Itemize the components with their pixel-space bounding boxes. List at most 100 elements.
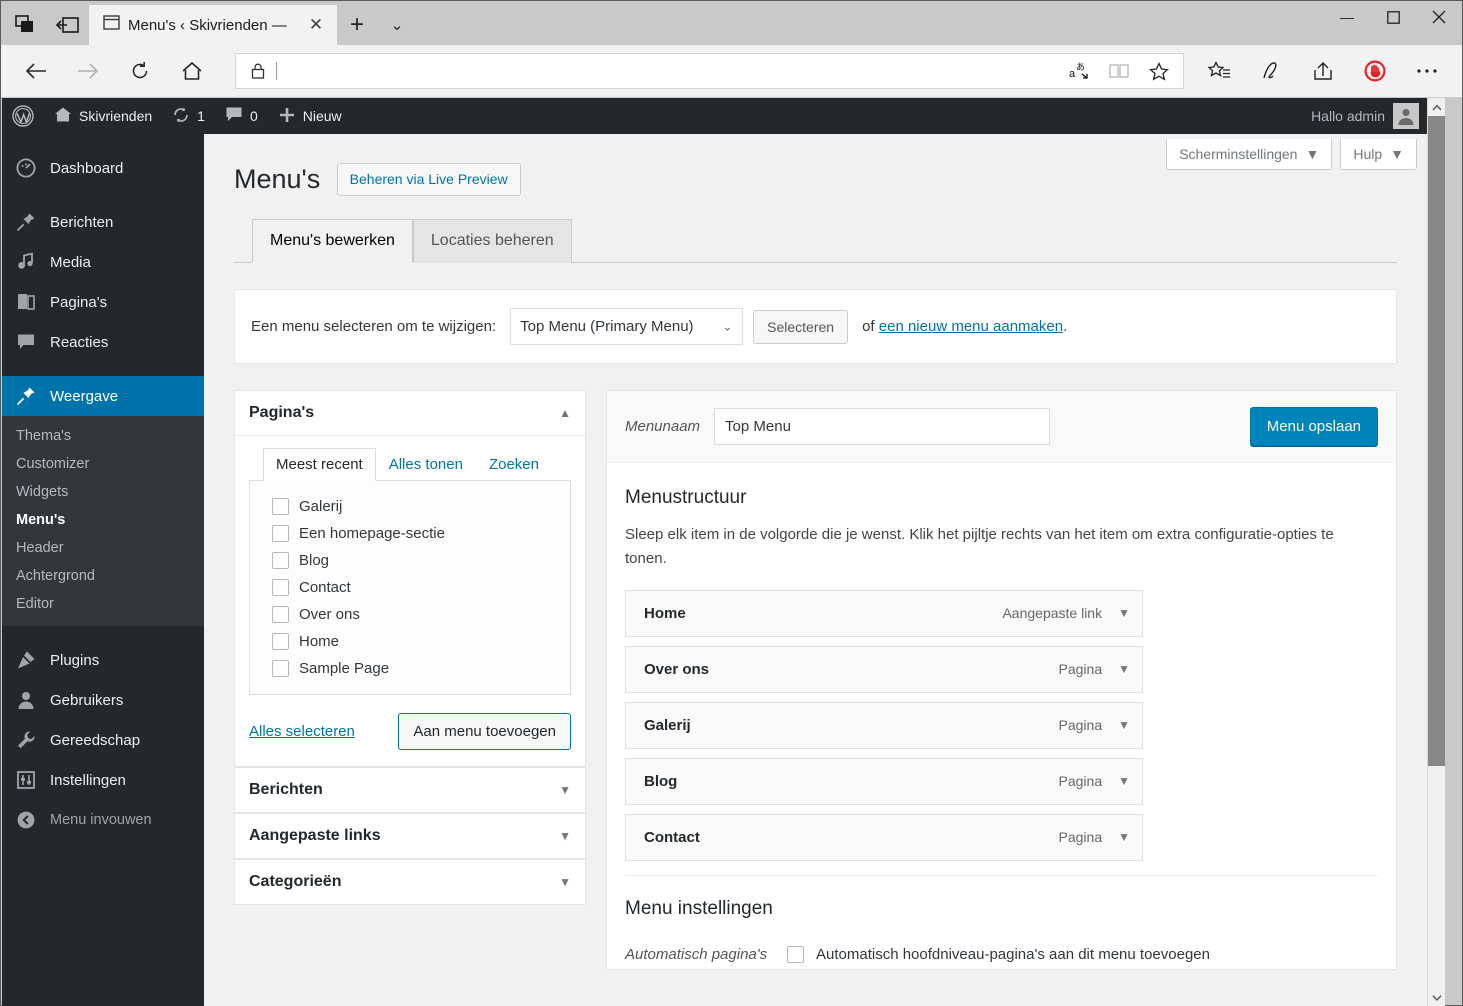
add-to-menu-button[interactable]: Aan menu toevoegen — [398, 713, 571, 751]
sidebar-item-gebruikers[interactable]: Gebruikers — [2, 680, 204, 720]
save-menu-button[interactable]: Menu opslaan — [1249, 407, 1378, 447]
back-arrow-icon[interactable] — [11, 51, 61, 91]
tab-overview-icon[interactable] — [5, 5, 47, 45]
list-item[interactable]: Over ons — [272, 601, 560, 628]
select-menu-button[interactable]: Selecteren — [753, 309, 849, 344]
wordpress-logo-icon[interactable] — [2, 98, 44, 134]
menu-item-row[interactable]: Blog Pagina ▼ — [625, 757, 1143, 805]
screen-options-button[interactable]: Scherminstellingen ▼ — [1166, 139, 1333, 170]
comments-icon — [14, 332, 38, 352]
sidebar-item-collapse[interactable]: Menu invouwen — [2, 800, 204, 840]
sidebar-item-dashboard[interactable]: Dashboard — [2, 148, 204, 188]
adminbar-account[interactable]: Hallo admin — [1311, 98, 1419, 134]
chevron-down-icon[interactable]: ▼ — [1118, 830, 1130, 844]
sidebar-subitem-customizer[interactable]: Customizer — [2, 450, 204, 478]
checkbox[interactable] — [272, 579, 289, 597]
list-item[interactable]: Galerij — [272, 493, 560, 520]
categorieen-panel-header[interactable]: Categorieën ▼ — [235, 860, 585, 904]
page-scrollbar[interactable] — [1427, 98, 1445, 1006]
browser-tab[interactable]: Menu's ‹ Skivrienden — ✕ — [89, 5, 337, 45]
tab-meest-recent[interactable]: Meest recent — [263, 448, 376, 482]
list-item[interactable]: Blog — [272, 547, 560, 574]
menu-select-dropdown[interactable]: Top Menu (Primary Menu) ⌄ — [510, 308, 744, 346]
checkbox[interactable] — [272, 552, 289, 570]
chevron-up-icon[interactable]: ▲ — [559, 406, 571, 420]
chevron-down-icon[interactable]: ▼ — [1118, 718, 1130, 732]
tab-alles-tonen[interactable]: Alles tonen — [376, 448, 476, 481]
sidebar-subitem-achtergrond[interactable]: Achtergrond — [2, 562, 204, 590]
create-new-menu-link[interactable]: een nieuw menu aanmaken — [879, 318, 1063, 335]
scroll-up-arrow-icon[interactable] — [1428, 98, 1445, 116]
forward-arrow-icon[interactable] — [63, 51, 113, 91]
new-tab-icon[interactable]: + — [337, 5, 377, 45]
maximize-icon[interactable] — [1370, 1, 1416, 33]
star-icon[interactable] — [1139, 54, 1179, 88]
adminbar-new[interactable]: Nieuw — [268, 98, 352, 134]
scrollbar-thumb[interactable] — [1428, 116, 1445, 766]
list-item[interactable]: Een homepage-sectie — [272, 520, 560, 547]
more-icon[interactable] — [1402, 51, 1452, 91]
menu-item-row[interactable]: Over ons Pagina ▼ — [625, 645, 1143, 693]
set-aside-tabs-icon[interactable] — [47, 5, 89, 45]
select-all-link[interactable]: Alles selecteren — [249, 723, 355, 740]
checkbox[interactable] — [272, 606, 289, 624]
checkbox[interactable] — [272, 525, 289, 543]
sidebar-subitem-editor[interactable]: Editor — [2, 590, 204, 618]
list-item[interactable]: Sample Page — [272, 655, 560, 682]
chevron-down-icon[interactable]: ▼ — [559, 783, 571, 797]
reading-view-icon[interactable] — [1099, 54, 1139, 88]
list-item[interactable]: Home — [272, 628, 560, 655]
home-icon[interactable] — [167, 51, 217, 91]
live-preview-button[interactable]: Beheren via Live Preview — [336, 162, 521, 197]
adminbar-site-name[interactable]: Skivrienden — [44, 98, 162, 134]
checkbox[interactable] — [272, 660, 289, 678]
sidebar-item-instellingen[interactable]: Instellingen — [2, 760, 204, 800]
share-icon[interactable] — [1298, 51, 1348, 91]
berichten-panel-header[interactable]: Berichten ▼ — [235, 768, 585, 812]
chevron-down-icon[interactable]: ▼ — [559, 875, 571, 889]
minimize-icon[interactable]: — — [1324, 1, 1370, 33]
sidebar-subitem-themas[interactable]: Thema's — [2, 422, 204, 450]
chevron-down-icon[interactable]: ▼ — [1118, 662, 1130, 676]
sidebar-item-media[interactable]: Media — [2, 242, 204, 282]
auto-add-pages-checkbox[interactable] — [787, 945, 804, 963]
chevron-down-icon[interactable]: ▼ — [1118, 774, 1130, 788]
sidebar-item-plugins[interactable]: Plugins — [2, 640, 204, 680]
checkbox[interactable] — [272, 498, 289, 516]
menu-name-input[interactable] — [714, 408, 1051, 446]
aangepaste-links-panel-header[interactable]: Aangepaste links ▼ — [235, 814, 585, 858]
sidebar-item-berichten[interactable]: Berichten — [2, 202, 204, 242]
chevron-down-icon[interactable]: ⌄ — [377, 5, 417, 45]
address-bar[interactable]: aあ — [235, 53, 1184, 89]
menu-item-row[interactable]: Contact Pagina ▼ — [625, 813, 1143, 861]
close-icon[interactable]: ✕ — [303, 12, 329, 38]
list-item[interactable]: Contact — [272, 574, 560, 601]
close-window-icon[interactable] — [1416, 1, 1462, 33]
sidebar-item-weergave[interactable]: Weergave — [2, 376, 204, 416]
tab-locaties-beheren[interactable]: Locaties beheren — [412, 219, 572, 264]
sidebar-item-gereedschap[interactable]: Gereedschap — [2, 720, 204, 760]
pages-panel-header[interactable]: Pagina's ▲ — [235, 391, 585, 437]
help-button[interactable]: Hulp ▼ — [1340, 139, 1417, 170]
sidebar-item-reacties[interactable]: Reacties — [2, 322, 204, 362]
menu-item-row[interactable]: Home Aangepaste link ▼ — [625, 589, 1143, 637]
menu-item-row[interactable]: Galerij Pagina ▼ — [625, 701, 1143, 749]
tab-menus-bewerken[interactable]: Menu's bewerken — [252, 219, 413, 264]
sidebar-subitem-menus[interactable]: Menu's — [2, 506, 204, 534]
adminbar-comments[interactable]: 0 — [215, 98, 268, 134]
checkbox[interactable] — [272, 633, 289, 651]
adminbar-updates[interactable]: 1 — [162, 98, 215, 134]
scroll-down-arrow-icon[interactable] — [1428, 988, 1445, 1006]
sidebar-subitem-header[interactable]: Header — [2, 534, 204, 562]
translate-icon[interactable]: aあ — [1059, 54, 1099, 88]
favorites-hub-icon[interactable] — [1194, 51, 1244, 91]
refresh-icon[interactable] — [115, 51, 165, 91]
url-input[interactable] — [276, 62, 1059, 80]
sidebar-item-paginas[interactable]: Pagina's — [2, 282, 204, 322]
sidebar-subitem-widgets[interactable]: Widgets — [2, 478, 204, 506]
adblock-icon[interactable] — [1350, 51, 1400, 91]
tab-zoeken[interactable]: Zoeken — [476, 448, 552, 481]
chevron-down-icon[interactable]: ▼ — [1118, 606, 1130, 620]
web-notes-icon[interactable] — [1246, 51, 1296, 91]
chevron-down-icon[interactable]: ▼ — [559, 829, 571, 843]
